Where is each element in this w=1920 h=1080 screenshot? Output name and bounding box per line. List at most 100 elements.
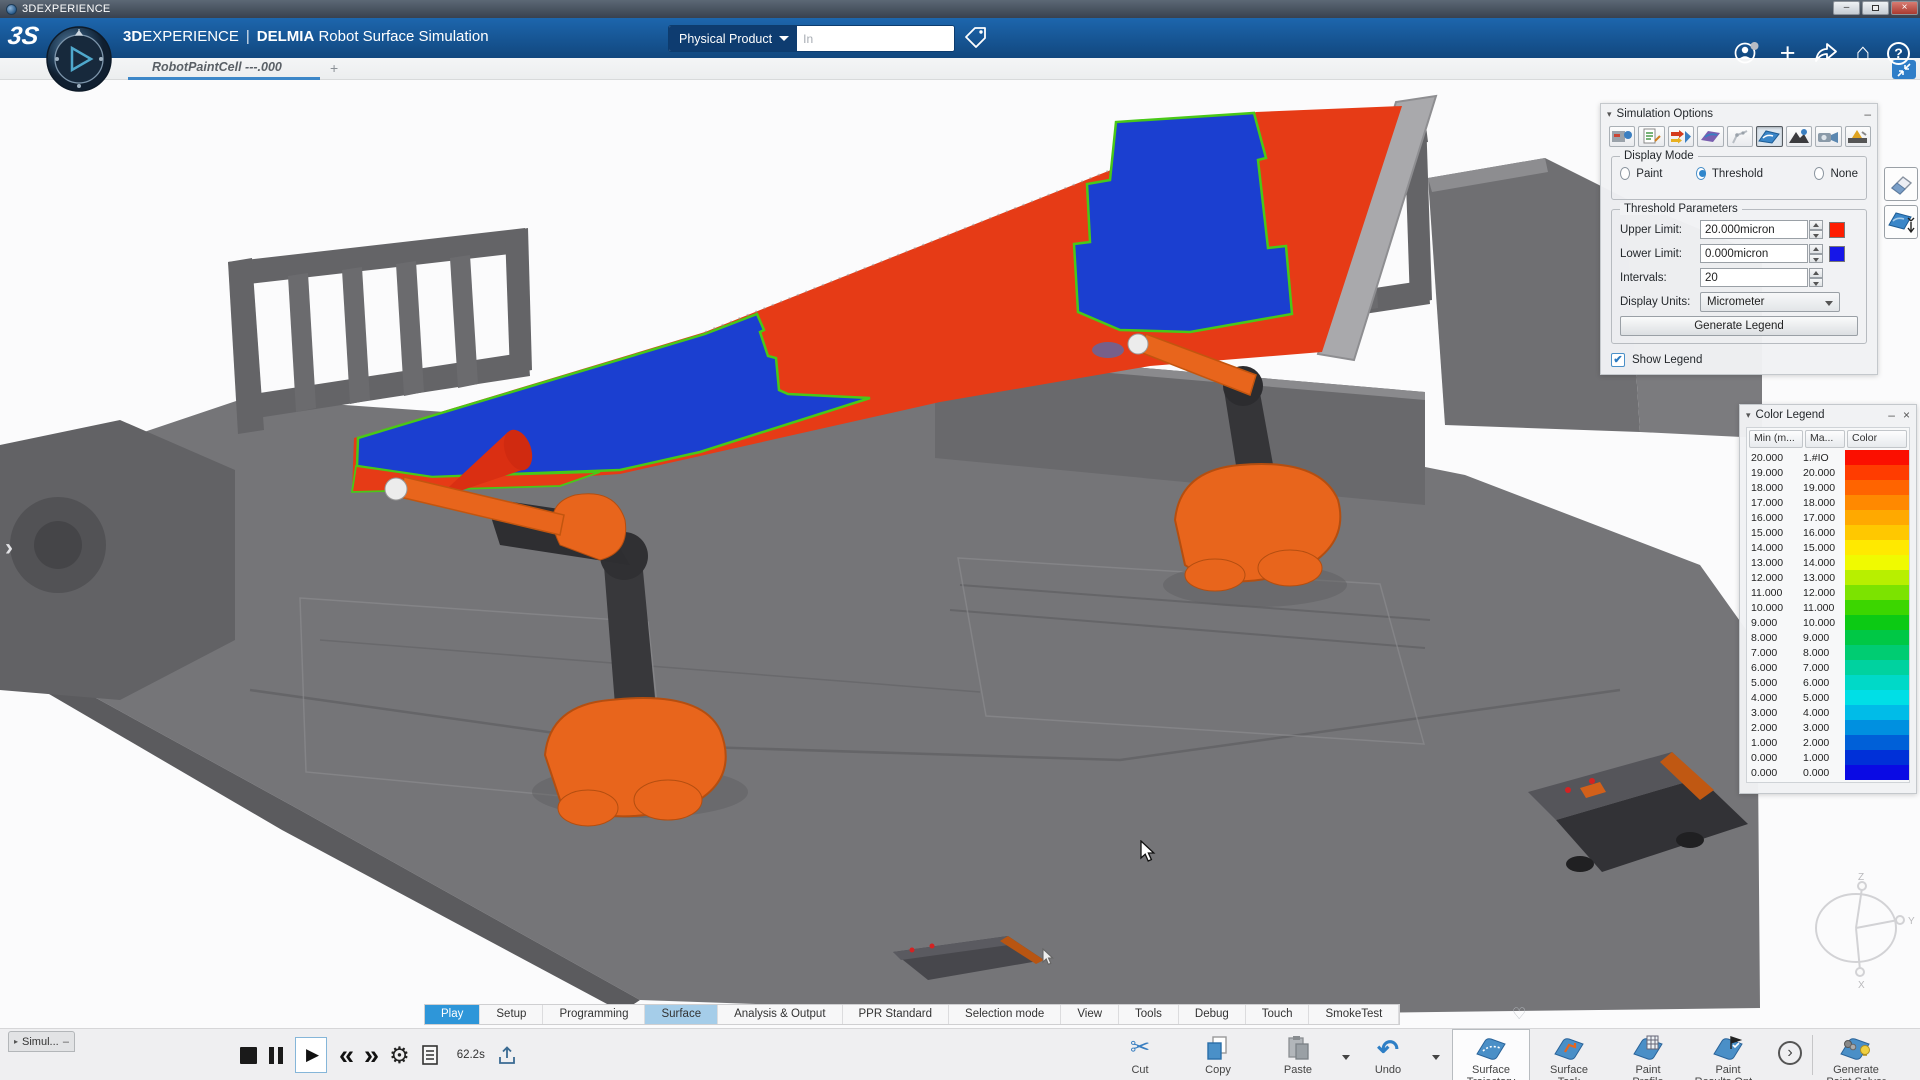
upper-limit-input[interactable] (1700, 220, 1808, 239)
workbench-tab[interactable]: Debug (1179, 1005, 1246, 1024)
window-close-button[interactable]: × (1891, 1, 1918, 15)
paint-results-button[interactable]: PaintResults Opt... (1692, 1032, 1764, 1080)
legend-row[interactable]: 2.000 3.000 (1747, 720, 1909, 735)
lower-limit-stepper[interactable] (1809, 244, 1823, 263)
search-scope-dropdown[interactable]: Physical Product (669, 26, 798, 51)
paint-fill-button[interactable] (1884, 205, 1918, 239)
undo-options-caret[interactable] (1432, 1055, 1440, 1060)
workbench-tab[interactable]: Programming (543, 1005, 646, 1024)
erase-paint-button[interactable] (1884, 167, 1918, 201)
radio-threshold-label[interactable]: Threshold (1712, 168, 1763, 180)
simulation-settings-button[interactable]: ⚙ (389, 1042, 410, 1068)
user-profile-icon[interactable] (1733, 40, 1763, 66)
legend-row[interactable]: 4.000 5.000 (1747, 690, 1909, 705)
robot-arm-icon[interactable] (1726, 126, 1754, 147)
share-icon[interactable] (1813, 42, 1839, 64)
view-compass[interactable]: Z Y X (1815, 872, 1915, 991)
stop-button[interactable] (240, 1046, 257, 1064)
navigation-compass[interactable] (45, 26, 113, 92)
generate-paint-solver-button[interactable]: GeneratePaint Solver (1820, 1032, 1892, 1080)
legend-col-max[interactable]: Ma... (1805, 430, 1845, 448)
workbench-tab[interactable]: Tools (1119, 1005, 1179, 1024)
paint-surface-display-icon[interactable] (1756, 126, 1783, 147)
tag-icon[interactable] (963, 26, 988, 51)
radio-none-label[interactable]: None (1830, 168, 1858, 180)
camera-icon[interactable] (1815, 126, 1842, 147)
panel-close-button[interactable]: × (1903, 408, 1910, 422)
surface-select-icon[interactable] (1697, 126, 1724, 147)
legend-row[interactable]: 10.000 11.000 (1747, 600, 1909, 615)
window-minimize-button[interactable]: – (1833, 1, 1860, 15)
radio-none[interactable] (1814, 167, 1825, 180)
radio-paint-label[interactable]: Paint (1636, 168, 1662, 180)
paste-options-caret[interactable] (1342, 1055, 1350, 1060)
legend-row[interactable]: 18.000 19.000 (1747, 480, 1909, 495)
more-tools-button[interactable]: › (1778, 1041, 1802, 1065)
legend-row[interactable]: 16.000 17.000 (1747, 510, 1909, 525)
legend-row[interactable]: 15.000 16.000 (1747, 525, 1909, 540)
fast-forward-button[interactable]: » (364, 1040, 379, 1070)
surface-task-button[interactable]: SurfaceTask (1533, 1032, 1605, 1080)
rewind-button[interactable]: « (339, 1040, 354, 1070)
undo-button[interactable]: ↶ Undo (1352, 1032, 1424, 1076)
legend-row[interactable]: 1.000 2.000 (1747, 735, 1909, 750)
play-button[interactable]: ▶ (295, 1037, 327, 1073)
home-icon[interactable]: ⌂ (1856, 40, 1871, 66)
workbench-tab[interactable]: Selection mode (949, 1005, 1062, 1024)
legend-col-color[interactable]: Color (1847, 430, 1907, 448)
new-tab-button[interactable]: + (330, 60, 338, 76)
collapse-icon[interactable]: ▾ (1607, 109, 1612, 120)
copy-button[interactable]: Copy (1182, 1032, 1254, 1076)
paint-station-icon[interactable] (1844, 126, 1871, 147)
legend-row[interactable]: 20.000 1.#IO (1747, 450, 1909, 465)
export-icon[interactable] (497, 1045, 517, 1066)
validation-checklist-icon[interactable] (1638, 126, 1665, 147)
generate-legend-button[interactable]: Generate Legend (1620, 316, 1858, 336)
legend-row[interactable]: 0.000 1.000 (1747, 750, 1909, 765)
upper-limit-stepper[interactable] (1809, 220, 1823, 239)
legend-row[interactable]: 12.000 13.000 (1747, 570, 1909, 585)
legend-row[interactable]: 0.000 0.000 (1747, 765, 1909, 780)
radio-threshold[interactable] (1695, 167, 1706, 180)
lower-limit-color-swatch[interactable] (1829, 245, 1845, 262)
workbench-tab[interactable]: Setup (480, 1005, 544, 1024)
surface-trajectory-button[interactable]: SurfaceTrajectory (1455, 1032, 1527, 1080)
legend-row[interactable]: 8.000 9.000 (1747, 630, 1909, 645)
workbench-tab[interactable]: Surface (645, 1005, 719, 1024)
workbench-tab[interactable]: View (1061, 1005, 1120, 1024)
workbench-tab[interactable]: Play (425, 1005, 481, 1024)
panel-expand-chevron[interactable]: › (5, 534, 13, 562)
panel-minimize-button[interactable]: – (1864, 107, 1871, 121)
legend-row[interactable]: 9.000 10.000 (1747, 615, 1909, 630)
search-input[interactable] (797, 26, 954, 51)
paste-button[interactable]: Paste (1262, 1032, 1334, 1076)
display-units-dropdown[interactable]: Micrometer (1700, 291, 1840, 312)
window-restore-button[interactable] (1862, 1, 1889, 15)
legend-row[interactable]: 3.000 4.000 (1747, 705, 1909, 720)
paint-profile-button[interactable]: PaintProfile (1612, 1032, 1684, 1080)
upper-limit-color-swatch[interactable] (1829, 221, 1845, 238)
workbench-tab[interactable]: PPR Standard (843, 1005, 950, 1024)
panel-minimize-button[interactable]: – (63, 1036, 69, 1048)
paint-flow-icon[interactable] (1667, 126, 1695, 147)
panel-minimize-button[interactable]: – (1888, 408, 1895, 422)
workbench-tab[interactable]: Analysis & Output (718, 1005, 843, 1024)
intervals-input[interactable] (1700, 268, 1808, 287)
radio-paint[interactable] (1620, 167, 1631, 180)
workbench-tab[interactable]: SmokeTest (1309, 1005, 1400, 1024)
cut-button[interactable]: ✂ Cut (1104, 1032, 1176, 1076)
document-tab[interactable]: RobotPaintCell ---.000 (152, 60, 282, 74)
collapse-icon[interactable]: ▾ (1746, 410, 1751, 421)
coverage-analysis-icon[interactable] (1785, 126, 1813, 147)
legend-row[interactable]: 17.000 18.000 (1747, 495, 1909, 510)
help-icon[interactable]: ? (1887, 41, 1910, 65)
simulation-report-button[interactable] (421, 1044, 439, 1066)
add-content-icon[interactable]: + (1780, 40, 1796, 67)
legend-row[interactable]: 13.000 14.000 (1747, 555, 1909, 570)
legend-row[interactable]: 14.000 15.000 (1747, 540, 1909, 555)
dassault-3ds-logo[interactable]: 3S (6, 22, 41, 51)
show-legend-checkbox[interactable]: ✔ (1611, 353, 1625, 367)
intervals-stepper[interactable] (1809, 268, 1823, 287)
legend-row[interactable]: 11.000 12.000 (1747, 585, 1909, 600)
legend-row[interactable]: 19.000 20.000 (1747, 465, 1909, 480)
